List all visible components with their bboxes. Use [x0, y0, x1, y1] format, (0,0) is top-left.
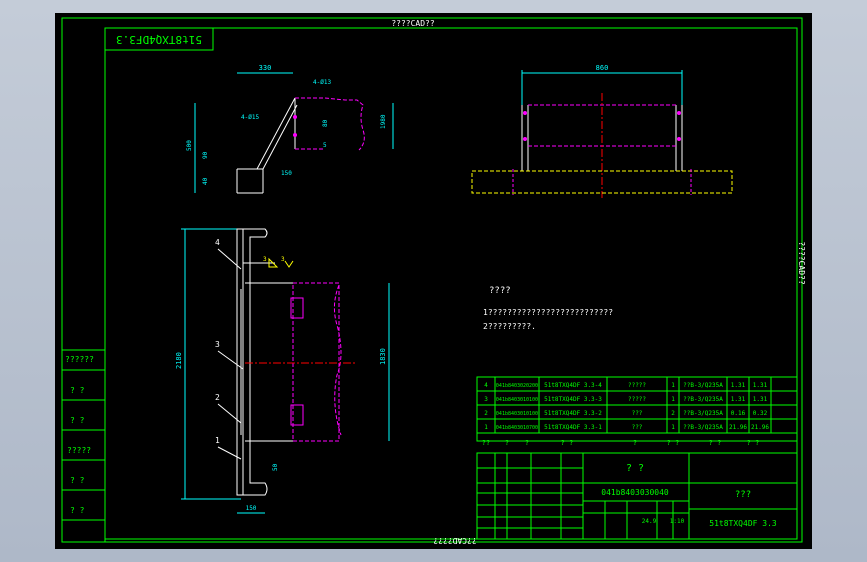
- bom-cell: 2: [671, 410, 675, 417]
- bom-cell: ?????: [628, 382, 646, 389]
- bom-cell: 041b8403010100: [496, 411, 538, 417]
- dim-h1: 90: [202, 151, 209, 159]
- callout-2: 2: [215, 393, 220, 402]
- weld-right: 3: [281, 256, 285, 263]
- bom-header-cell: ? ?: [709, 439, 722, 447]
- dim-holes-side: 4-Ø15: [241, 114, 259, 121]
- title-material: ???: [735, 490, 751, 500]
- plan-view: 860: [471, 64, 733, 198]
- bom-cell: ??B-3/Q235A: [683, 424, 723, 431]
- bom-cell: 2: [484, 410, 488, 417]
- bom-cell: 041b8403010700: [496, 425, 538, 431]
- dim-h3: 5: [323, 142, 327, 149]
- bom-cell: 21.96: [729, 424, 747, 431]
- bom-cell: 51t8TXQ4DF 3.3-1: [544, 424, 602, 431]
- strip-cell: ?????: [67, 446, 91, 455]
- bom-header-cell: ??: [482, 439, 490, 447]
- bom-cell: 51t8TXQ4DF 3.3-3: [544, 396, 602, 403]
- weld-left: 3: [263, 256, 267, 263]
- bom-cell: 21.96: [751, 424, 769, 431]
- bom-cell: ??B-3/Q235A: [683, 382, 723, 389]
- dim-overall-height: 2180: [175, 352, 183, 369]
- callout-1: 1: [215, 436, 220, 445]
- bom-cell: 1.31: [731, 382, 746, 389]
- bom-cell: ???: [632, 410, 643, 417]
- dim-h4: 40: [202, 177, 209, 185]
- code-box-label: 51t8TXQ4DF3.3: [116, 33, 202, 46]
- bom-header: ???? ? ?? ? ? ? ? ? ?: [482, 439, 760, 447]
- front-view: 2180 1830 150 50 4 3 2 1 3 3: [175, 228, 390, 514]
- bom-cell: ??B-3/Q235A: [683, 410, 723, 417]
- dim-plan-width: 860: [596, 64, 609, 72]
- title-drawing-no: 041b8403030040: [601, 488, 669, 497]
- dim-h2: 1980: [380, 114, 387, 129]
- title-name: ? ?: [626, 463, 644, 474]
- bom-cell: 1.31: [753, 396, 768, 403]
- callout-3: 3: [215, 340, 220, 349]
- strip-cell: ??????: [65, 355, 94, 364]
- bom-header-cell: ? ?: [561, 439, 574, 447]
- dim-h6: 500: [186, 140, 193, 151]
- cad-drawing: ????CAD?? ??CAD???? ????CAD?? 51t8TXQ4DF…: [61, 17, 806, 545]
- title-weight: 24.9: [642, 518, 657, 525]
- notes-line-2: 2?????????.: [483, 322, 536, 331]
- callout-4: 4: [215, 238, 220, 247]
- bom-header-cell: ? ?: [667, 439, 680, 447]
- left-strip: ?????? ? ? ? ? ????? ? ? ? ?: [61, 349, 106, 543]
- strip-cell: ? ?: [70, 476, 85, 485]
- bom-cell: ???: [632, 424, 643, 431]
- dim-bottom-width: 150: [246, 505, 257, 512]
- strip-cell: ? ?: [70, 416, 85, 425]
- title-scale: 1:10: [670, 518, 685, 525]
- bom-header-cell: ? ?: [747, 439, 760, 447]
- strip-cell: ? ?: [70, 386, 85, 395]
- inner-frame: [104, 27, 798, 540]
- bom-cell: 51t8TXQ4DF 3.3-2: [544, 410, 602, 417]
- right-watermark: ????CAD??: [797, 241, 806, 285]
- bottom-watermark: ??CAD????: [433, 536, 477, 545]
- dim-h7: 150: [281, 170, 292, 177]
- notes-title: ????: [489, 286, 511, 296]
- bom-cell: 1.31: [753, 382, 768, 389]
- title-code: 51t8TXQ4DF 3.3: [709, 519, 777, 528]
- dim-flange: 50: [272, 463, 279, 471]
- bom-cell: 4: [484, 382, 488, 389]
- notes-line-1: 1??????????????????????????: [483, 308, 613, 317]
- dim-holes-top: 4-Ø13: [313, 79, 331, 86]
- bom-cell: 1: [671, 396, 675, 403]
- bom-cell: 51t8TXQ4DF 3.3-4: [544, 382, 602, 389]
- side-view-top: 330 4-Ø13 4-Ø15 500 90 40 80 5 1980 150: [186, 64, 394, 194]
- drawing-sheet: ????CAD?? ??CAD???? ????CAD?? 51t8TXQ4DF…: [55, 13, 812, 549]
- top-watermark: ????CAD??: [391, 19, 435, 28]
- bom-header-cell: ?: [505, 439, 509, 447]
- dim-h5: 80: [322, 119, 329, 127]
- bom-cell: 041b8403020200: [496, 383, 538, 389]
- bom-cell: 0.32: [753, 410, 768, 417]
- bom-cell: 041b8403010100: [496, 397, 538, 403]
- bom-cell: ?????: [628, 396, 646, 403]
- bom-cell: 0.16: [731, 410, 746, 417]
- bom-header-cell: ?: [525, 439, 529, 447]
- dim-top-width: 330: [259, 64, 272, 72]
- bom-header-cell: ?: [633, 439, 637, 447]
- bom-cell: 1: [671, 382, 675, 389]
- bom-cell: 1.31: [731, 396, 746, 403]
- outer-frame: [61, 17, 803, 543]
- bom-cell: ??B-3/Q235A: [683, 396, 723, 403]
- bom-cell: 1: [671, 424, 675, 431]
- bom-cell: 3: [484, 396, 488, 403]
- bom-cell: 1: [484, 424, 488, 431]
- dim-inner-height: 1830: [379, 348, 387, 365]
- strip-cell: ? ?: [70, 506, 85, 515]
